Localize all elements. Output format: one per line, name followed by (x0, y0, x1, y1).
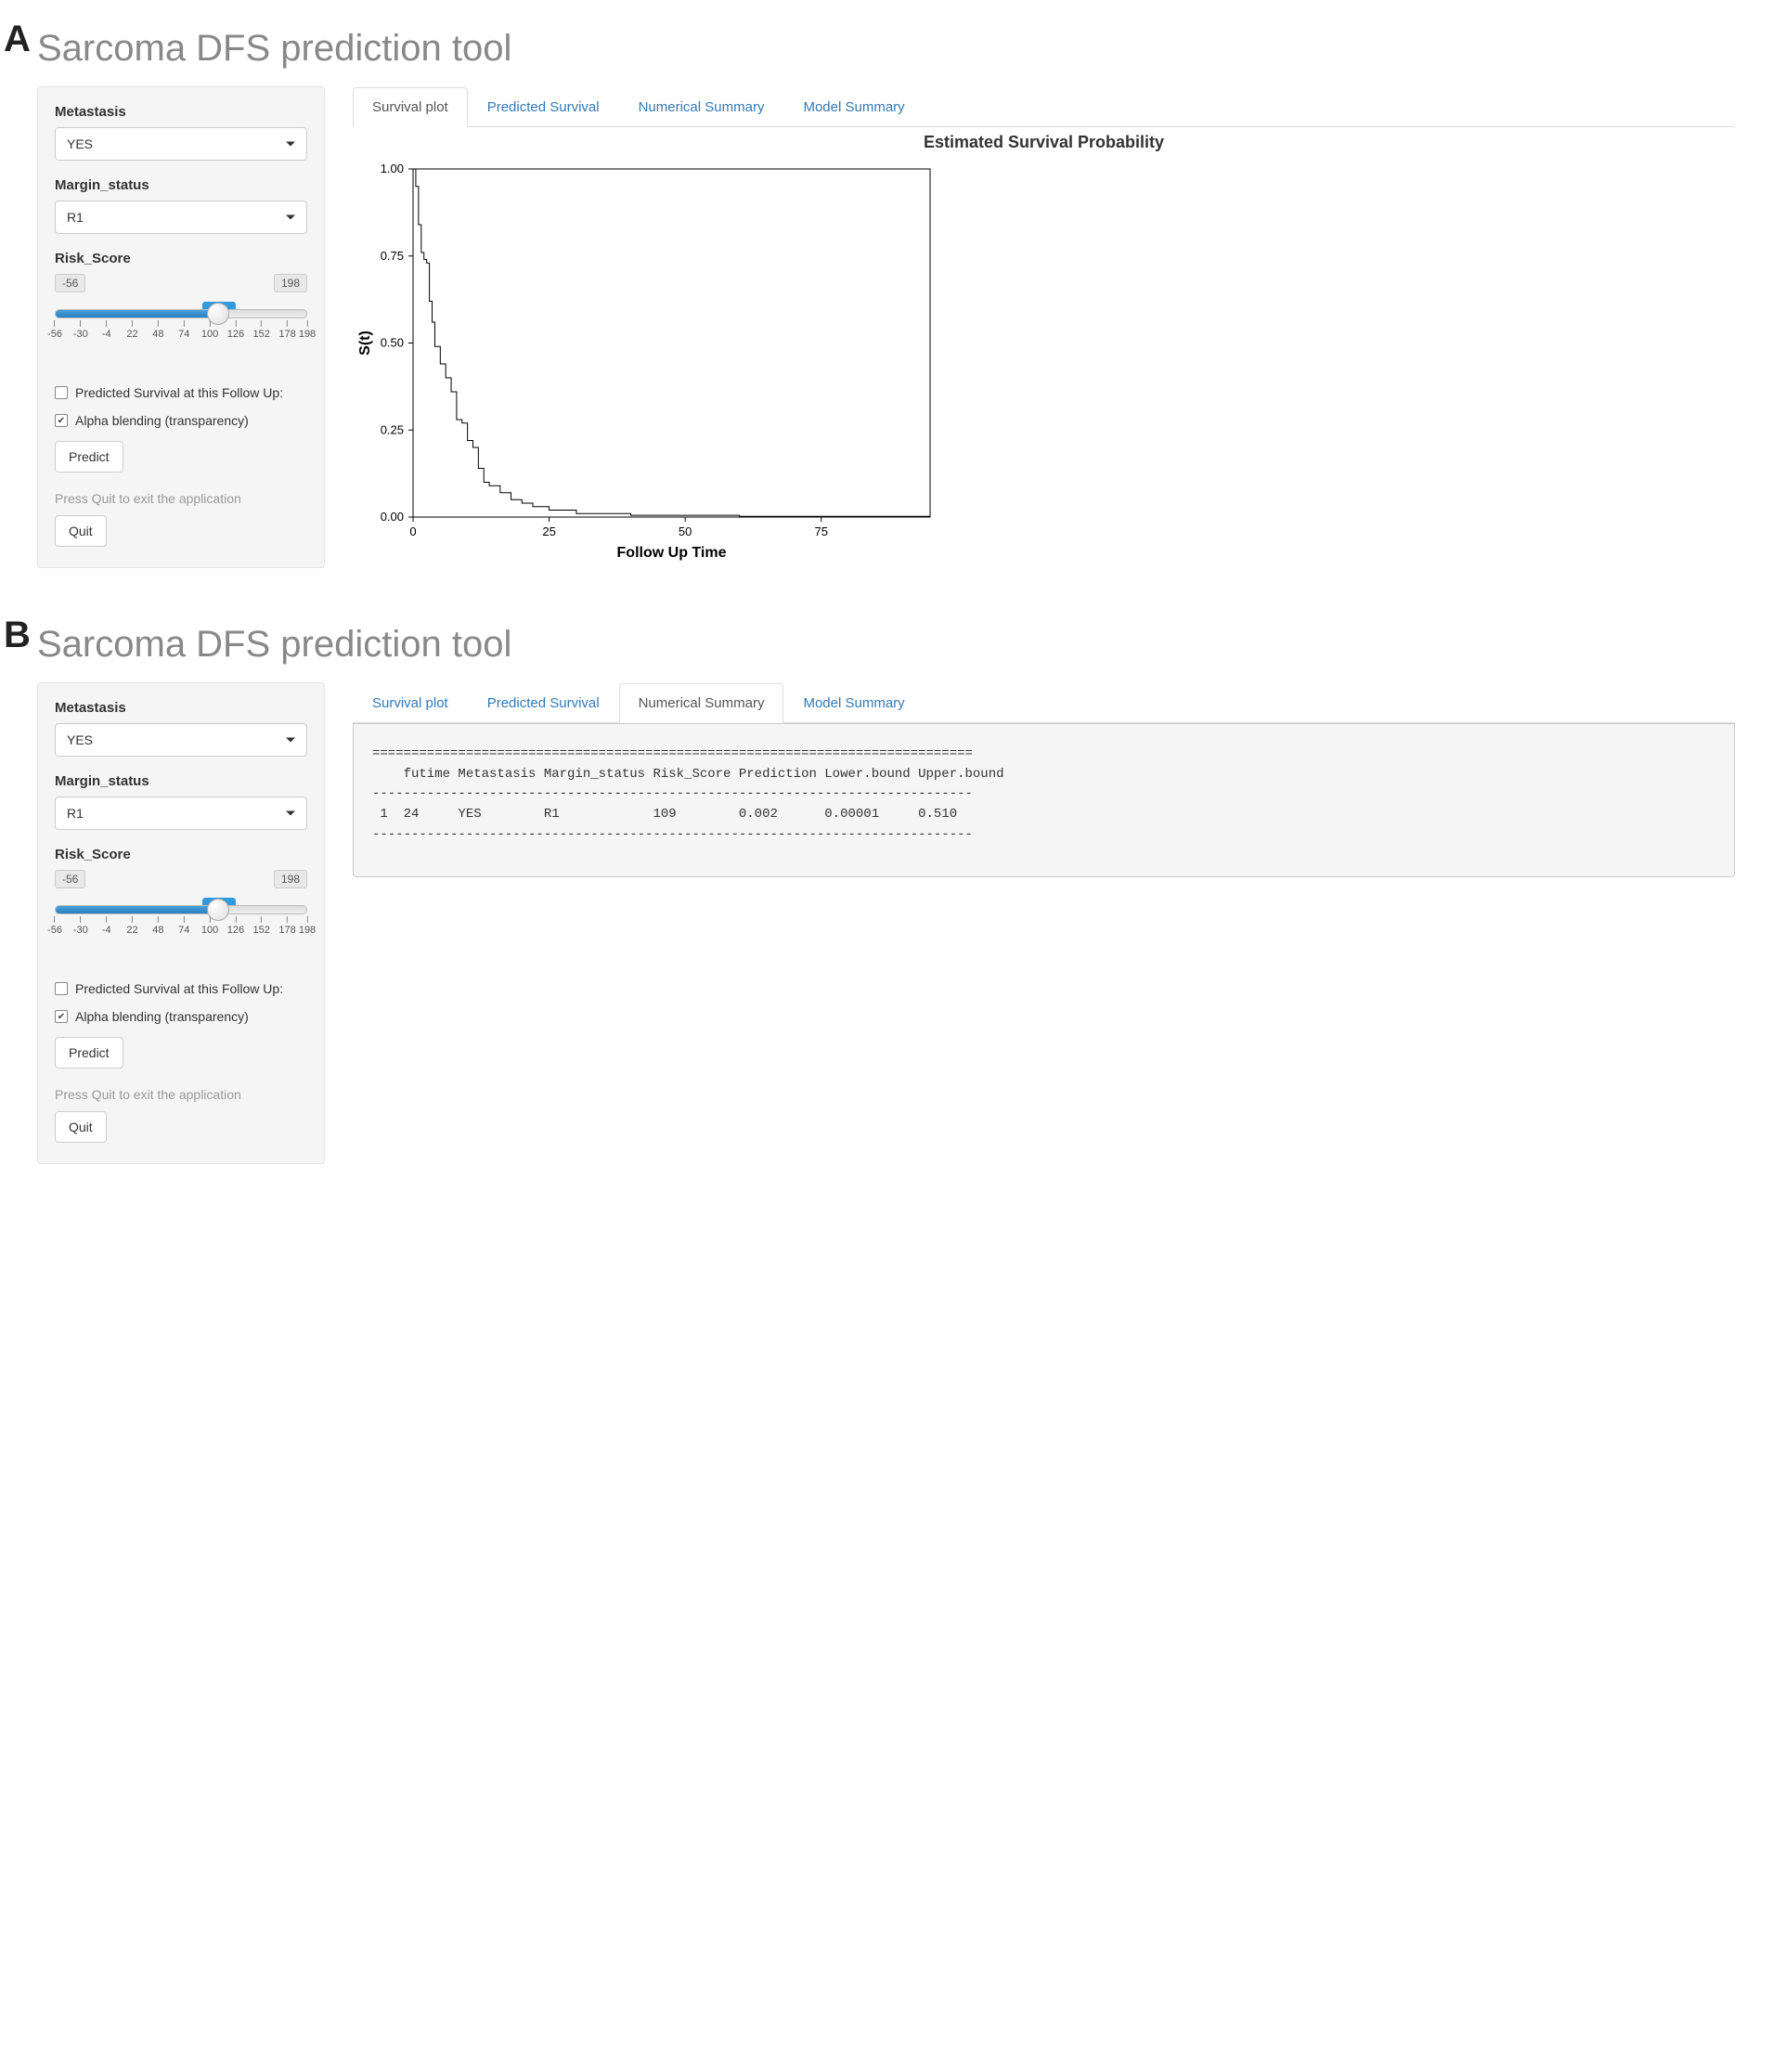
margin-status-select[interactable]: R1 (55, 796, 307, 830)
metastasis-select[interactable]: YES (55, 127, 307, 161)
metastasis-value: YES (67, 732, 93, 747)
slider-tick: 126 (227, 916, 244, 936)
svg-text:Follow Up Time: Follow Up Time (617, 545, 727, 561)
risk-score-label: Risk_Score (55, 847, 307, 862)
svg-text:0.00: 0.00 (381, 510, 404, 524)
tab-survival-plot[interactable]: Survival plot (353, 87, 468, 127)
slider-tick: 152 (253, 916, 270, 936)
predicted-survival-checkbox-label: Predicted Survival at this Follow Up: (75, 981, 283, 996)
quit-note: Press Quit to exit the application (55, 491, 307, 506)
svg-text:0.50: 0.50 (381, 336, 404, 350)
slider-tick: 100 (201, 916, 218, 936)
slider-tick: -56 (47, 320, 62, 340)
panel-letter-a: A (4, 19, 31, 60)
alpha-blending-checkbox[interactable]: ✔ (55, 414, 68, 427)
slider-tick: 152 (253, 320, 270, 340)
sidebar: Metastasis YES Margin_status R1 Risk_Sco… (37, 682, 325, 1164)
svg-text:75: 75 (815, 524, 828, 538)
numerical-summary-output: ========================================… (353, 723, 1735, 877)
predict-button[interactable]: Predict (55, 1037, 123, 1068)
panel-letter-b: B (4, 615, 31, 656)
risk-score-label: Risk_Score (55, 251, 307, 266)
slider-tick: -4 (102, 916, 111, 936)
chevron-down-icon (286, 142, 295, 147)
risk-score-ticks: -56-30-4224874100126152178198 (55, 916, 307, 942)
tab-model-summary[interactable]: Model Summary (783, 87, 924, 127)
slider-tick: 48 (152, 320, 163, 340)
svg-text:0.25: 0.25 (381, 422, 404, 436)
slider-tick: -30 (73, 320, 88, 340)
tab-predicted-survival[interactable]: Predicted Survival (468, 683, 619, 723)
alpha-blending-checkbox[interactable]: ✔ (55, 1010, 68, 1023)
risk-score-slider[interactable]: 109 (55, 905, 307, 914)
sidebar: Metastasis YES Margin_status R1 Risk_Sco… (37, 86, 325, 568)
svg-text:S(t): S(t) (357, 330, 373, 356)
slider-tick: 74 (178, 320, 189, 340)
tab-survival-plot[interactable]: Survival plot (353, 683, 468, 723)
tab-predicted-survival[interactable]: Predicted Survival (468, 87, 619, 127)
svg-text:0.75: 0.75 (381, 249, 404, 263)
slider-tick: 178 (278, 916, 295, 936)
slider-tick: 22 (126, 916, 137, 936)
predict-button[interactable]: Predict (55, 441, 123, 473)
tabs: Survival plot Predicted Survival Numeric… (353, 682, 1735, 723)
tab-numerical-summary[interactable]: Numerical Summary (619, 87, 784, 127)
svg-text:50: 50 (679, 524, 692, 538)
margin-status-value: R1 (67, 210, 84, 225)
tabs: Survival plot Predicted Survival Numeric… (353, 86, 1735, 127)
margin-status-label: Margin_status (55, 177, 307, 193)
slider-tick: 178 (278, 320, 295, 340)
quit-button[interactable]: Quit (55, 515, 107, 547)
slider-tick: 198 (299, 916, 316, 936)
slider-tick: -56 (47, 916, 62, 936)
risk-score-ticks: -56-30-4224874100126152178198 (55, 320, 307, 346)
app-title: Sarcoma DFS prediction tool (37, 624, 1735, 666)
slider-tick: 48 (152, 916, 163, 936)
slider-tick: 100 (201, 320, 218, 340)
risk-score-max: 198 (274, 274, 307, 292)
numerical-summary-text: ========================================… (372, 745, 1715, 845)
margin-status-value: R1 (67, 806, 84, 821)
slider-tick: 22 (126, 320, 137, 340)
risk-score-min: -56 (55, 274, 85, 292)
tab-model-summary[interactable]: Model Summary (783, 683, 924, 723)
margin-status-select[interactable]: R1 (55, 201, 307, 234)
metastasis-label: Metastasis (55, 700, 307, 716)
app-title: Sarcoma DFS prediction tool (37, 28, 1735, 70)
chevron-down-icon (286, 738, 295, 743)
risk-score-max: 198 (274, 870, 307, 888)
quit-button[interactable]: Quit (55, 1111, 107, 1143)
metastasis-value: YES (67, 136, 93, 151)
slider-tick: 74 (178, 916, 189, 936)
metastasis-label: Metastasis (55, 104, 307, 120)
metastasis-select[interactable]: YES (55, 723, 307, 757)
alpha-blending-checkbox-label: Alpha blending (transparency) (75, 1009, 249, 1024)
margin-status-label: Margin_status (55, 773, 307, 789)
predicted-survival-checkbox[interactable] (55, 982, 68, 995)
alpha-blending-checkbox-label: Alpha blending (transparency) (75, 413, 249, 428)
risk-score-slider[interactable]: 109 (55, 309, 307, 318)
chart-title: Estimated Survival Probability (353, 133, 1735, 152)
predicted-survival-checkbox-label: Predicted Survival at this Follow Up: (75, 385, 283, 400)
svg-text:1.00: 1.00 (381, 162, 404, 175)
tab-numerical-summary[interactable]: Numerical Summary (619, 683, 784, 723)
slider-tick: 198 (299, 320, 316, 340)
survival-plot: 0.00 0.25 0.50 0.75 1.00 0 25 50 75 Follow Up Tim… (353, 160, 947, 568)
slider-tick: -4 (102, 320, 111, 340)
chevron-down-icon (286, 215, 295, 220)
risk-score-min: -56 (55, 870, 85, 888)
slider-tick: 126 (227, 320, 244, 340)
slider-tick: -30 (73, 916, 88, 936)
predicted-survival-checkbox[interactable] (55, 386, 68, 399)
chevron-down-icon (286, 811, 295, 816)
quit-note: Press Quit to exit the application (55, 1087, 307, 1102)
svg-text:25: 25 (542, 524, 555, 538)
svg-text:0: 0 (409, 524, 416, 538)
